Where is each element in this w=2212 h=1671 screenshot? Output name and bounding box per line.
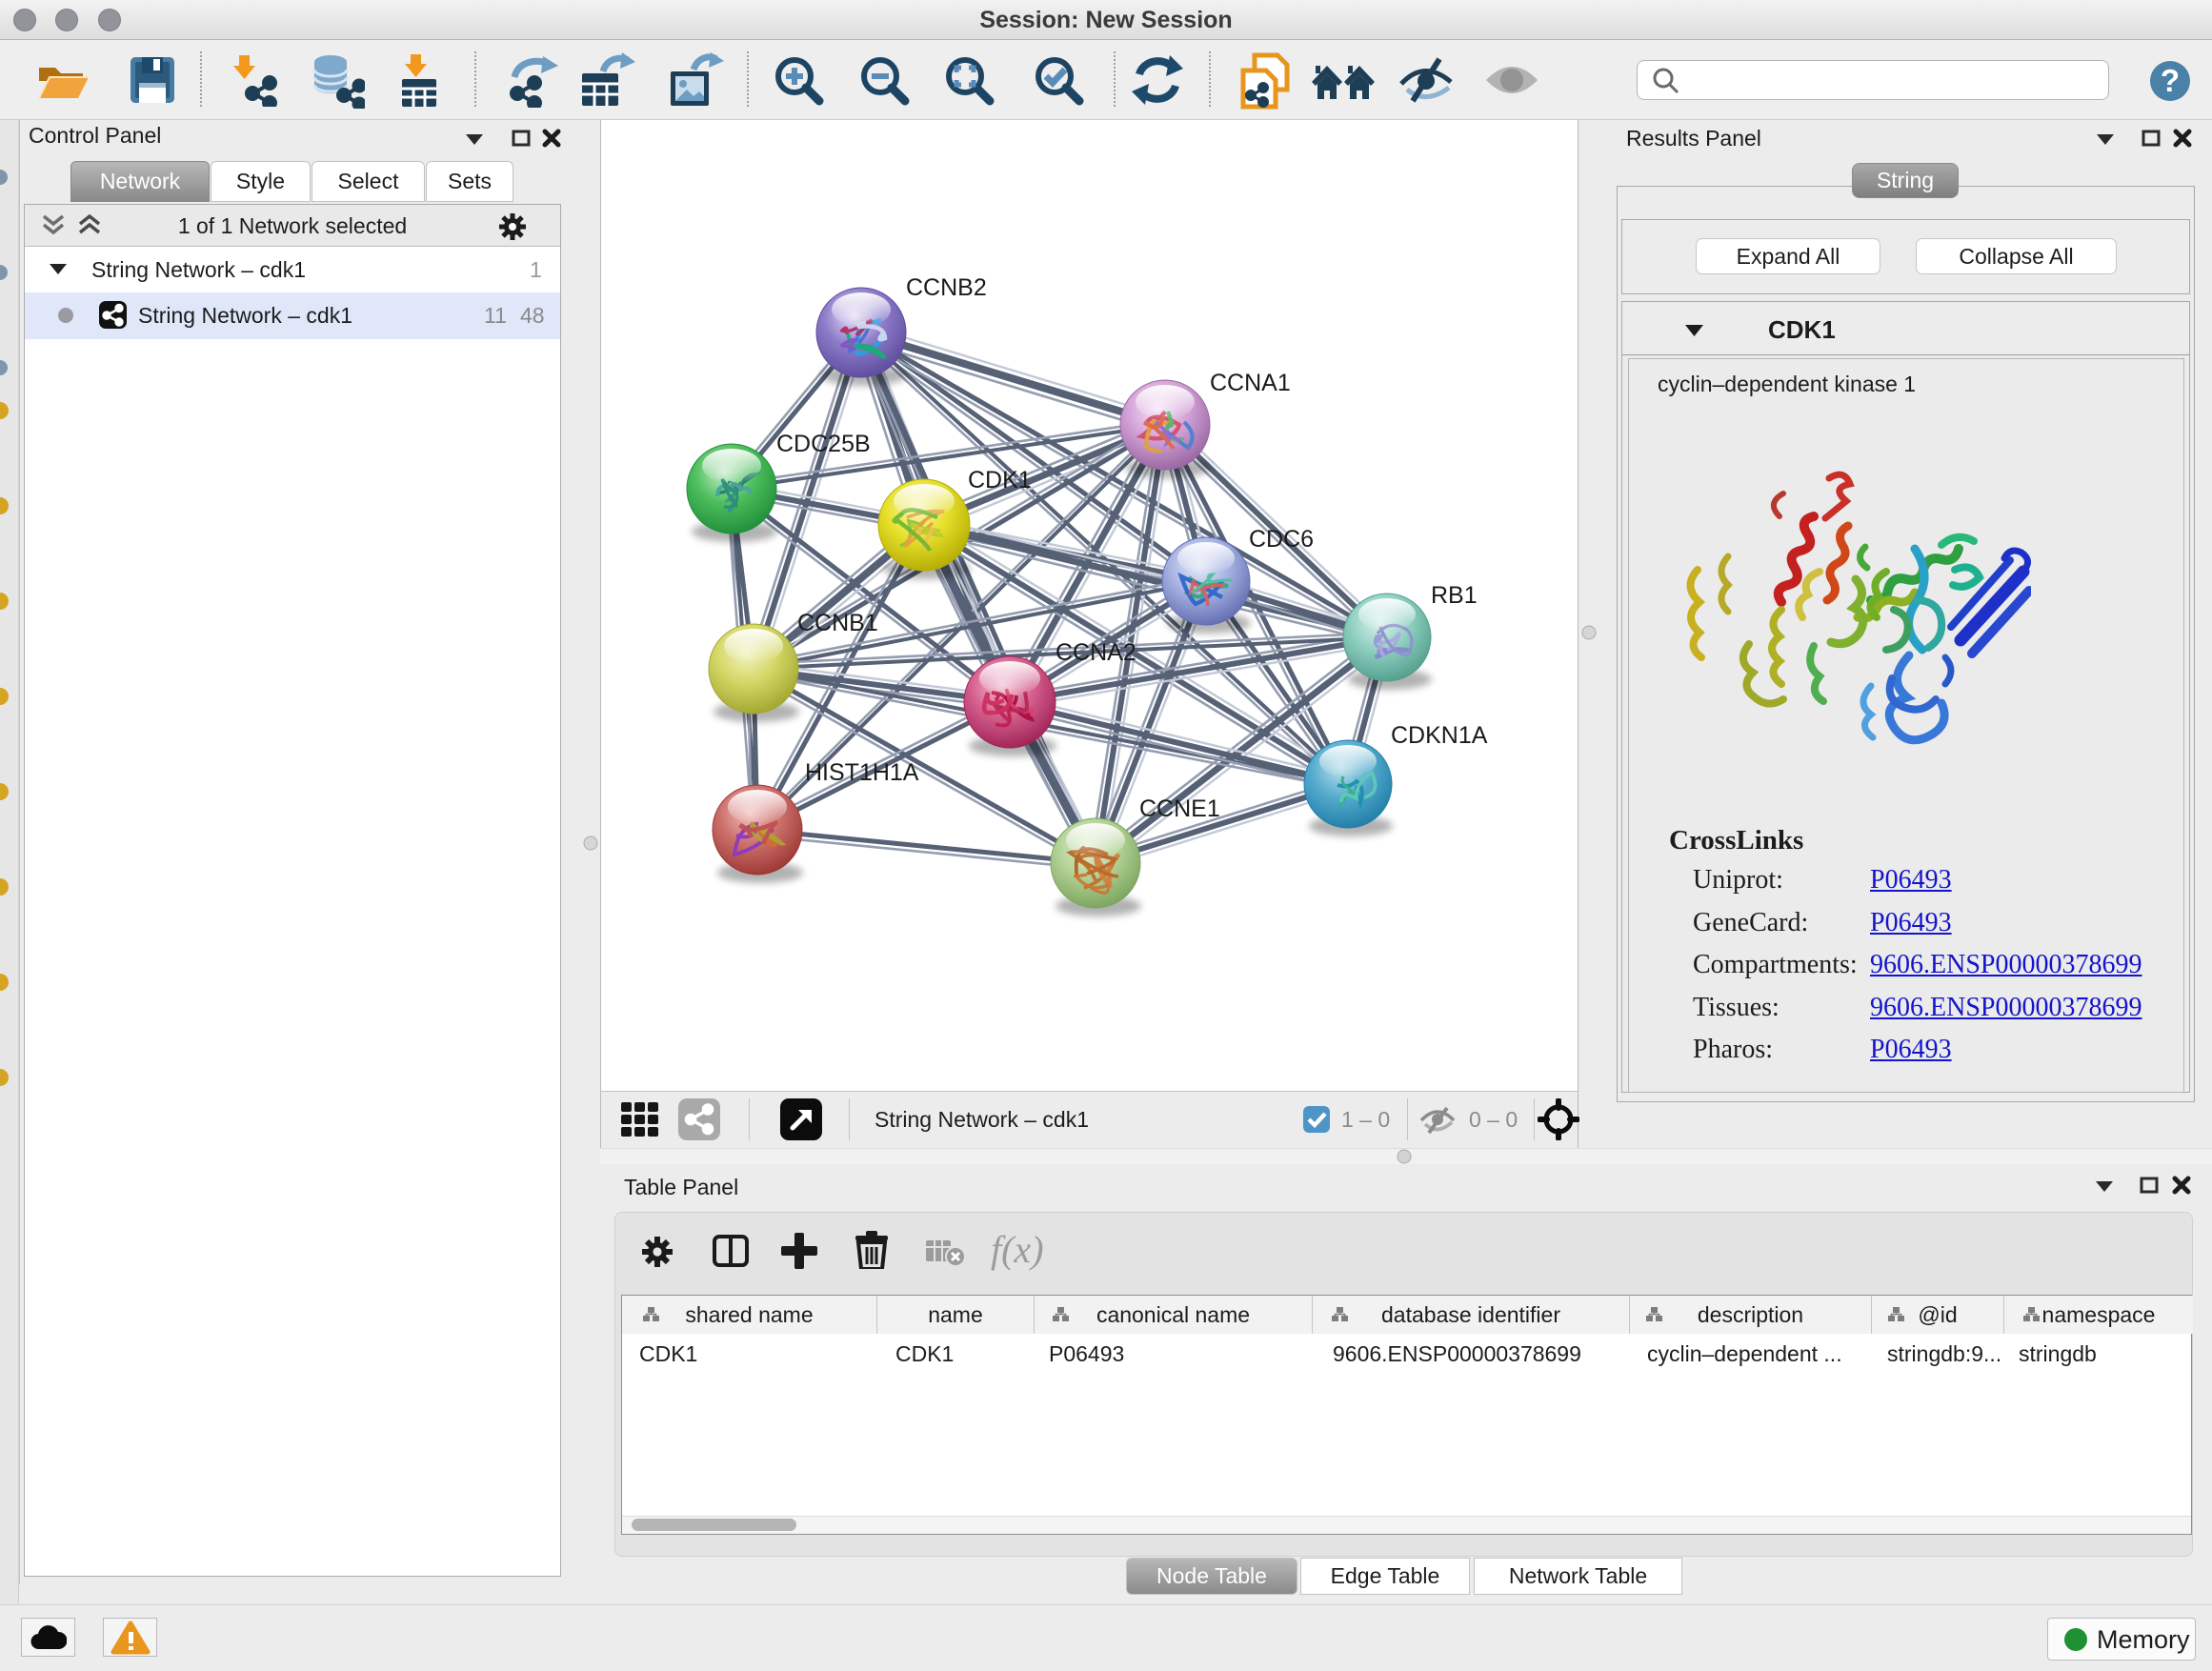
svg-text:CDC6: CDC6: [1249, 526, 1314, 553]
svg-text:CCNE1: CCNE1: [1139, 795, 1220, 822]
svg-text:HIST1H1A: HIST1H1A: [805, 759, 919, 786]
svg-text:CCNA1: CCNA1: [1210, 370, 1291, 396]
svg-text:CCNB1: CCNB1: [797, 610, 878, 636]
svg-text:?: ?: [2161, 63, 2180, 98]
svg-text:CDC25B: CDC25B: [776, 431, 871, 457]
svg-text:CDK1: CDK1: [968, 467, 1032, 493]
svg-text:CCNB2: CCNB2: [906, 274, 987, 301]
svg-text:CDKN1A: CDKN1A: [1391, 722, 1488, 749]
svg-text:RB1: RB1: [1431, 582, 1478, 609]
svg-text:CCNA2: CCNA2: [1056, 639, 1136, 666]
